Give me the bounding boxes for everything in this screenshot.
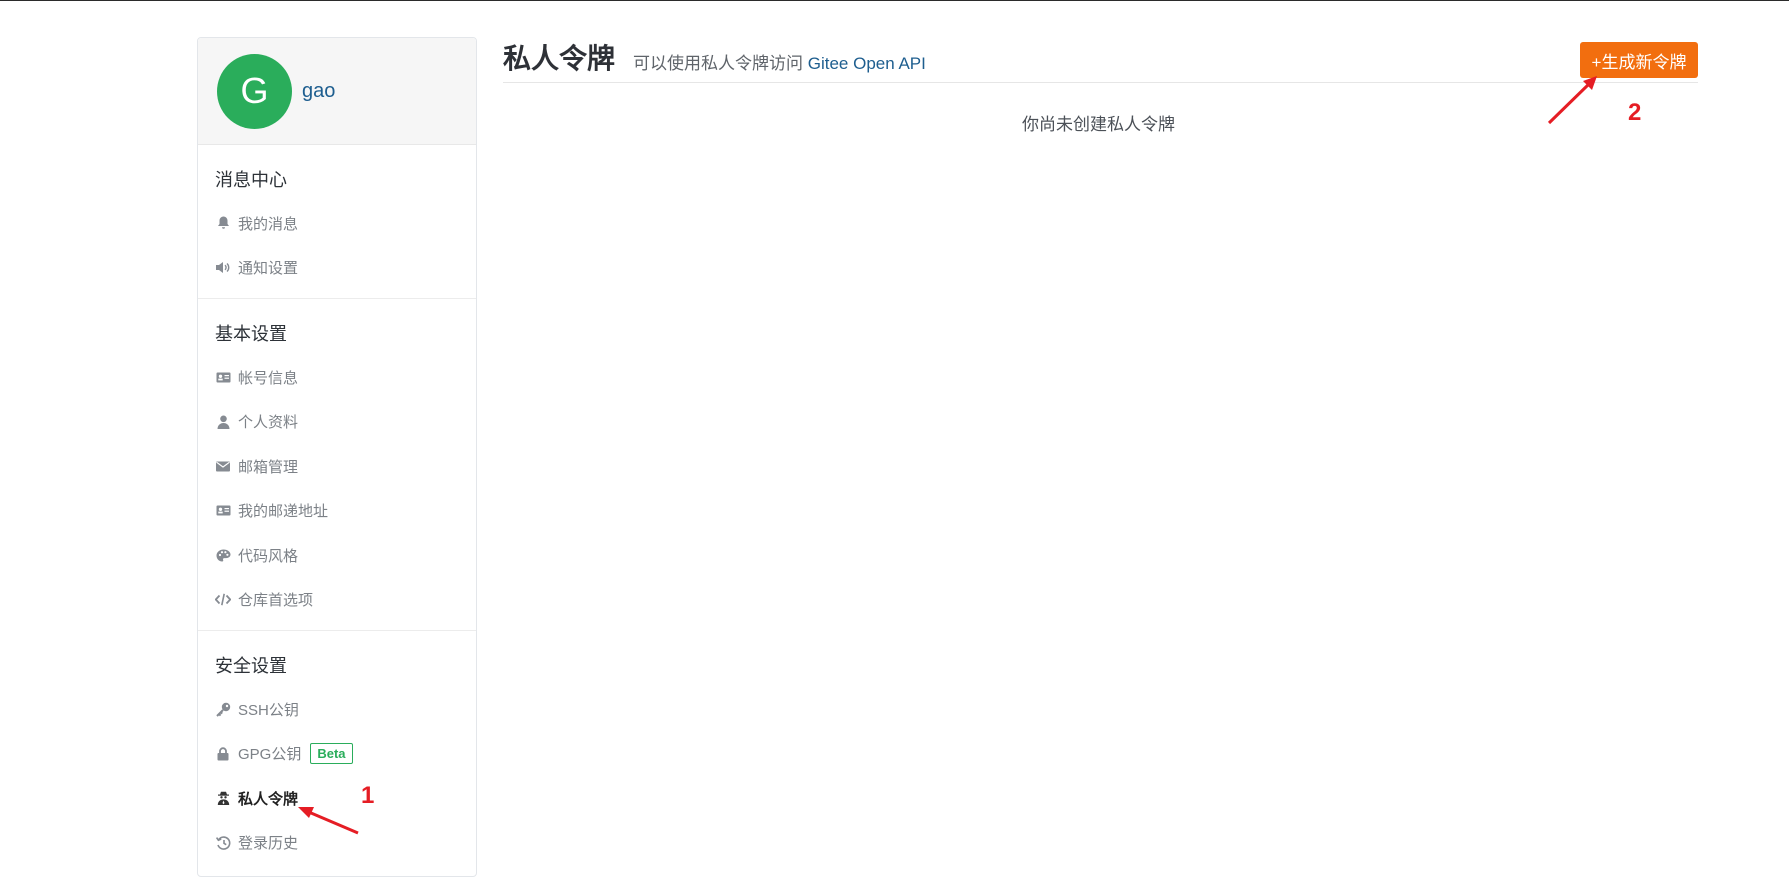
gitee-open-api-link[interactable]: Gitee Open API	[808, 54, 926, 73]
sidebar-item-label: 私人令牌	[238, 790, 299, 808]
sidebar-item-label: SSH公钥	[238, 701, 299, 719]
envelope-icon	[215, 458, 231, 474]
page-subtitle: 可以使用私人令牌访问 Gitee Open API	[633, 49, 926, 74]
sidebar-item-label: 仓库首选项	[238, 592, 314, 610]
sidebar-item-label: 代码风格	[238, 547, 299, 565]
sidebar-item-label: 帐号信息	[238, 369, 299, 387]
settings-sidebar: G gao 消息中心 我的消息 通知设置 基本设置 帐号信息 个人资料 邮箱管理…	[197, 37, 477, 877]
palette-icon	[215, 547, 231, 563]
sidebar-item-ssh-keys[interactable]: SSH公钥	[198, 687, 476, 732]
page-title: 私人令牌	[503, 43, 616, 74]
address-card-icon	[215, 503, 231, 519]
sidebar-item-label: 邮箱管理	[238, 458, 299, 476]
volume-icon	[215, 260, 231, 276]
history-icon	[215, 835, 231, 851]
annotation-arrow-1	[298, 807, 359, 835]
sidebar-item-my-messages[interactable]: 我的消息	[198, 201, 476, 246]
section-title: 基本设置	[215, 324, 287, 344]
user-secret-icon	[215, 790, 231, 806]
sidebar-item-label: 我的消息	[238, 215, 299, 233]
annotation-step-1: 1	[361, 782, 375, 809]
key-icon	[215, 701, 231, 717]
empty-state-message: 你尚未创建私人令牌	[1022, 115, 1175, 134]
user-card: G gao	[198, 38, 476, 145]
sidebar-item-label: 个人资料	[238, 414, 299, 432]
section-messages: 消息中心 我的消息 通知设置	[198, 145, 476, 299]
sidebar-item-mailing-address[interactable]: 我的邮递地址	[198, 489, 476, 534]
bell-icon	[215, 215, 231, 231]
sidebar-item-label: 我的邮递地址	[238, 503, 329, 521]
id-card-icon	[215, 369, 231, 385]
annotation-arrow-2	[1547, 76, 1597, 125]
section-title: 消息中心	[215, 170, 287, 190]
user-icon	[215, 414, 231, 430]
sidebar-item-gpg-keys[interactable]: GPG公钥 Beta	[198, 732, 476, 777]
sidebar-item-profile[interactable]: 个人资料	[198, 400, 476, 445]
username[interactable]: gao	[302, 80, 335, 103]
subtitle-text: 可以使用私人令牌访问	[633, 54, 803, 73]
sidebar-item-email[interactable]: 邮箱管理	[198, 444, 476, 489]
sidebar-item-label: 通知设置	[238, 260, 299, 278]
section-basic: 基本设置 帐号信息 个人资料 邮箱管理 我的邮递地址 代码风格 仓库首选项	[198, 299, 476, 631]
generate-token-button[interactable]: +生成新令牌	[1580, 42, 1698, 78]
beta-badge: Beta	[310, 743, 353, 765]
sidebar-item-notification-settings[interactable]: 通知设置	[198, 246, 476, 291]
page-header: 私人令牌 可以使用私人令牌访问 Gitee Open API +生成新令牌	[503, 37, 1698, 83]
top-border	[0, 0, 1789, 1]
lock-icon	[215, 746, 231, 762]
section-title: 安全设置	[215, 656, 287, 676]
code-icon	[215, 592, 231, 608]
annotation-step-2: 2	[1628, 99, 1642, 126]
sidebar-item-label: 登录历史	[238, 835, 299, 853]
sidebar-item-label: GPG公钥	[238, 746, 302, 764]
sidebar-item-account-info[interactable]: 帐号信息	[198, 355, 476, 400]
avatar[interactable]: G	[217, 53, 292, 129]
sidebar-item-repo-preferences[interactable]: 仓库首选项	[198, 578, 476, 623]
sidebar-item-code-style[interactable]: 代码风格	[198, 533, 476, 578]
